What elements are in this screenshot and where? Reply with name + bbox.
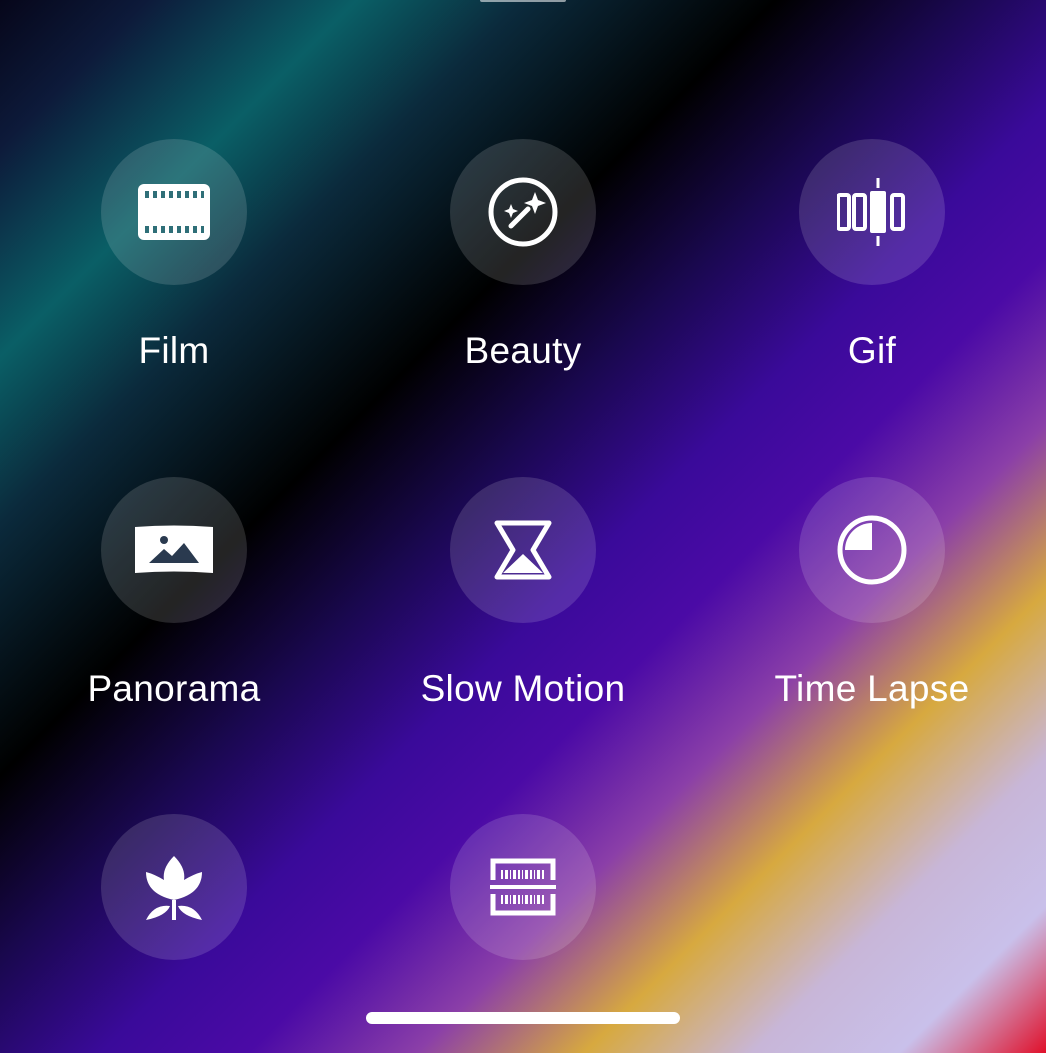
film-icon: [138, 184, 210, 240]
mode-panorama-button[interactable]: [101, 477, 247, 623]
mode-gif[interactable]: Gif: [722, 139, 1022, 373]
barcode-scan-icon: [490, 858, 556, 916]
mode-slow-motion-button[interactable]: [450, 477, 596, 623]
mode-time-lapse[interactable]: Time Lapse: [722, 477, 1022, 711]
mode-time-lapse-button[interactable]: [799, 477, 945, 623]
macro-flower-icon: [144, 854, 204, 920]
panorama-icon: [134, 525, 214, 575]
mode-panorama[interactable]: Panorama: [24, 477, 324, 711]
time-lapse-icon: [836, 514, 908, 586]
home-indicator[interactable]: [366, 1012, 680, 1024]
mode-gif-label: Gif: [847, 330, 897, 371]
gif-frames-icon: [837, 177, 907, 247]
mode-scan[interactable]: [373, 814, 673, 1004]
mode-slow-motion-label: Slow Motion: [420, 668, 626, 709]
mode-macro[interactable]: [24, 814, 324, 1004]
mode-panorama-label: Panorama: [87, 668, 261, 709]
mode-film[interactable]: Film: [24, 139, 324, 373]
mode-beauty-label: Beauty: [464, 330, 582, 371]
mode-beauty[interactable]: Beauty: [373, 139, 673, 373]
mode-gif-button[interactable]: [799, 139, 945, 285]
camera-modes-grid: Film Beauty Gif Panorama Slow Motion Tim…: [0, 0, 1046, 1053]
mode-macro-button[interactable]: [101, 814, 247, 960]
mode-film-button[interactable]: [101, 139, 247, 285]
beauty-wand-icon: [487, 176, 559, 248]
mode-time-lapse-label: Time Lapse: [774, 668, 970, 709]
hourglass-icon: [493, 520, 553, 580]
mode-scan-button[interactable]: [450, 814, 596, 960]
mode-beauty-button[interactable]: [450, 139, 596, 285]
mode-slow-motion[interactable]: Slow Motion: [373, 477, 673, 711]
mode-film-label: Film: [138, 330, 210, 371]
